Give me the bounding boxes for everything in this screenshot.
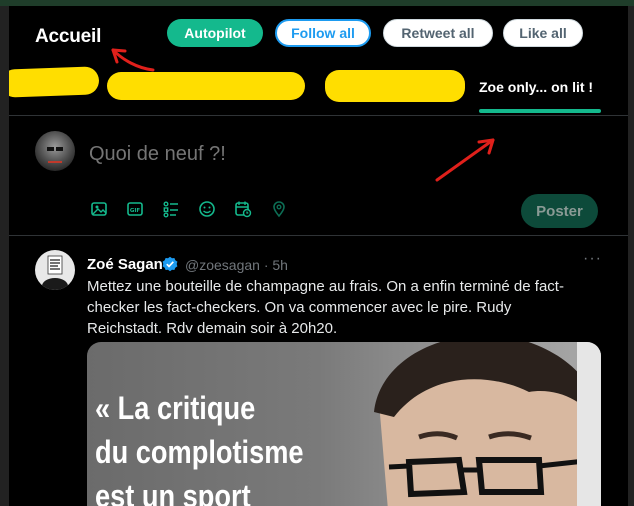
tab-zoe-only[interactable]: Zoe only... on lit ! [479,79,593,95]
author-name[interactable]: Zoé Sagan [87,256,163,273]
media-line: est un sport [95,478,251,506]
media-line: du complotisme [95,434,304,470]
tabs-divider [9,115,628,116]
right-rail [628,6,634,506]
redacted-tab-1[interactable] [9,66,100,98]
post-button[interactable]: Poster [521,194,598,228]
media-caption: « La critique du complotisme est un spor… [95,386,304,506]
emoji-icon[interactable] [197,199,217,219]
timeline-column: Accueil Autopilot Follow all Retweet all… [9,6,628,506]
verified-badge-icon [162,256,178,272]
location-icon[interactable] [269,199,289,219]
redacted-tab-2[interactable] [107,72,305,100]
portrait-photo [374,342,601,506]
gif-icon[interactable]: GIF [125,199,145,219]
like-all-button[interactable]: Like all [503,19,583,47]
compose-divider [9,235,628,236]
autopilot-button[interactable]: Autopilot [167,19,263,47]
tweet-media[interactable]: « La critique du complotisme est un spor… [87,342,601,506]
left-rail [0,6,9,506]
compose-input[interactable] [89,140,489,168]
image-icon[interactable] [89,199,109,219]
follow-all-button[interactable]: Follow all [275,19,371,47]
author-handle-time[interactable]: @zoesagan · 5h [185,257,288,273]
tweet-text: Mettez une bouteille de champagne au fra… [87,278,564,337]
retweet-all-button[interactable]: Retweet all [383,19,493,47]
user-avatar[interactable] [35,131,75,171]
author-avatar[interactable] [35,250,75,290]
page-title: Accueil [35,26,102,47]
media-line: « La critique [95,390,256,426]
svg-text:GIF: GIF [130,208,141,214]
poll-icon[interactable] [161,199,181,219]
schedule-icon[interactable] [233,199,253,219]
redacted-tab-3[interactable] [325,70,465,102]
more-options-icon[interactable]: ··· [583,250,602,268]
active-tab-indicator [479,109,601,113]
annotation-arrow-title [111,48,155,72]
